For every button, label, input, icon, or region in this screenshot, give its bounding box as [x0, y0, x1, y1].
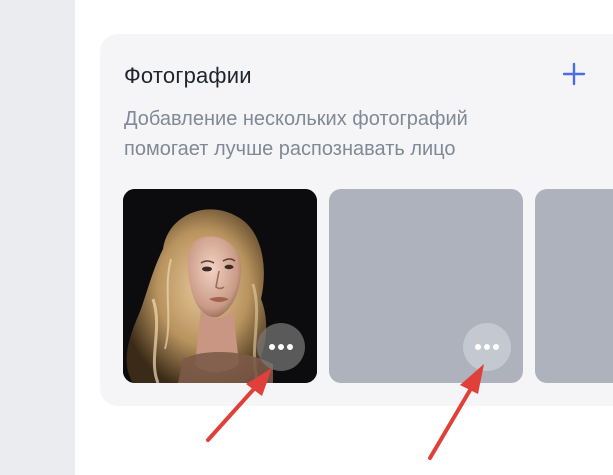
placeholder-more-button[interactable] — [463, 323, 511, 371]
add-photo-button[interactable] — [560, 60, 588, 88]
photo-tile-portrait[interactable] — [123, 189, 317, 383]
photo-tile-placeholder[interactable] — [329, 189, 523, 383]
card-title: Фотографии — [124, 63, 252, 88]
photo-strip — [123, 189, 613, 383]
page-root: Фотографии Добавление нескольких фотогра… — [0, 0, 613, 475]
description-line-1: Добавление нескольких фотографий — [124, 108, 468, 130]
more-dots-icon — [475, 344, 499, 350]
card-description: Добавление нескольких фотографий помогае… — [124, 104, 564, 164]
more-dots-icon — [269, 344, 293, 350]
plus-icon — [562, 62, 586, 86]
photo-more-button[interactable] — [257, 323, 305, 371]
photo-tile-placeholder-partial[interactable] — [535, 189, 613, 383]
photos-card: Фотографии Добавление нескольких фотогра… — [100, 34, 613, 406]
description-line-2: помогает лучше распознавать лицо — [124, 138, 456, 160]
left-sidebar-rail — [0, 0, 75, 475]
